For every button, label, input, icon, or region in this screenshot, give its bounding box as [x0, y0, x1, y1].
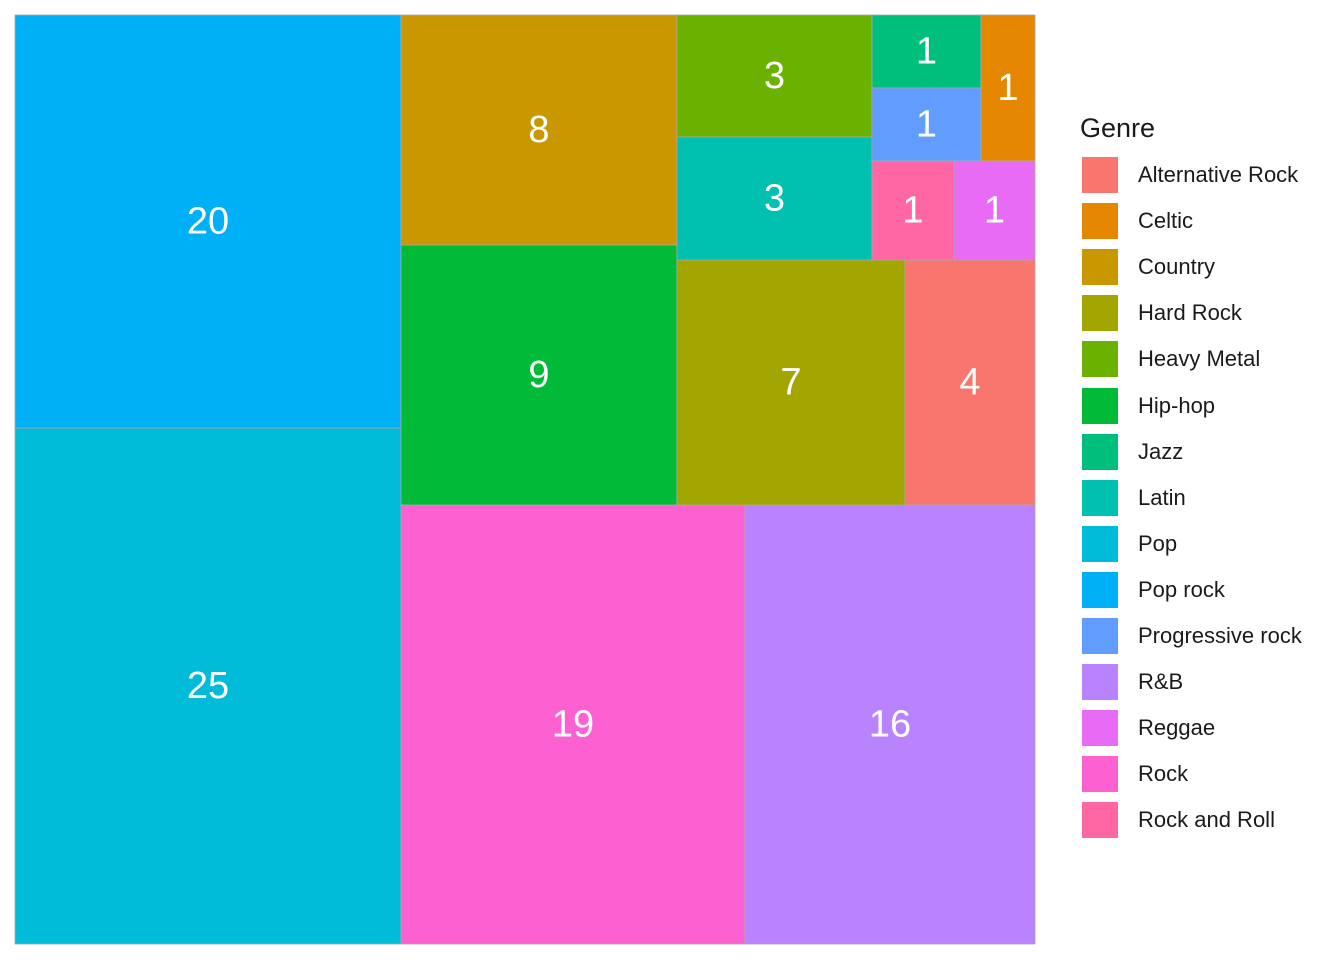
tile-rock-and-roll: 1 — [871, 160, 955, 261]
treemap-plot: 25 20 19 16 9 8 7 4 3 3 1 1 1 1 1 — [14, 14, 1036, 945]
tile-label-rock: 19 — [552, 704, 594, 746]
tile-randb: 16 — [744, 504, 1036, 945]
tile-label-pop: 25 — [187, 665, 229, 707]
tile-label-randb: 16 — [869, 704, 911, 746]
legend-label-pop: Pop — [1138, 530, 1178, 556]
tile-celtic: 1 — [980, 14, 1036, 162]
tile-hip-hop: 9 — [400, 244, 678, 506]
tile-latin: 3 — [676, 136, 873, 261]
tile-label-alternative-rock: 4 — [959, 362, 980, 404]
legend-item-rock-and-roll: Rock and Roll — [1080, 797, 1302, 843]
legend-swatch-randb — [1080, 662, 1120, 703]
legend-swatch-alternative-rock — [1080, 155, 1120, 196]
tile-pop: 25 — [14, 427, 402, 945]
tile-label-country: 8 — [528, 109, 549, 151]
legend-label-alternative-rock: Alternative Rock — [1138, 162, 1299, 188]
legend-item-alternative-rock: Alternative Rock — [1080, 152, 1302, 198]
legend-label-hip-hop: Hip-hop — [1138, 392, 1216, 418]
tile-label-progressive-rock: 1 — [916, 104, 937, 146]
legend-swatch-progressive-rock — [1080, 615, 1120, 656]
legend-title: Genre — [1080, 113, 1156, 143]
legend-label-celtic: Celtic — [1138, 208, 1194, 234]
tile-progressive-rock: 1 — [871, 87, 982, 162]
legend: Genre Alternative Rock Celtic Country Hard … — [1080, 112, 1302, 843]
legend-label-progressive-rock: Progressive rock — [1138, 622, 1302, 648]
tile-label-heavy-metal: 3 — [764, 55, 785, 97]
legend-label-country: Country — [1138, 254, 1216, 280]
legend-item-pop-rock: Pop rock — [1080, 567, 1302, 613]
legend-label-pop-rock: Pop rock — [1138, 576, 1225, 602]
legend-item-pop: Pop — [1080, 521, 1302, 567]
legend-swatch-rock-and-roll — [1080, 800, 1120, 841]
legend-label-reggae: Reggae — [1138, 715, 1216, 741]
tile-label-jazz: 1 — [916, 31, 937, 73]
legend-item-reggae: Reggae — [1080, 705, 1302, 751]
legend-item-rock: Rock — [1080, 751, 1302, 797]
legend-swatch-reggae — [1080, 708, 1120, 749]
tile-rock: 19 — [400, 504, 746, 945]
legend-item-country: Country — [1080, 244, 1302, 290]
legend-label-rock-and-roll: Rock and Roll — [1138, 807, 1275, 833]
legend-item-hip-hop: Hip-hop — [1080, 382, 1302, 428]
tile-label-celtic: 1 — [997, 67, 1018, 109]
tile-alternative-rock: 4 — [904, 259, 1036, 506]
tile-label-reggae: 1 — [984, 190, 1005, 232]
legend-label-heavy-metal: Heavy Metal — [1138, 346, 1261, 372]
legend-items: Alternative Rock Celtic Country Hard Rock He… — [1080, 152, 1302, 843]
tile-pop-rock: 20 — [14, 14, 402, 429]
legend-item-randb: R&B — [1080, 659, 1302, 705]
tile-label-pop-rock: 20 — [187, 201, 229, 243]
tile-heavy-metal: 3 — [676, 14, 873, 138]
legend-swatch-heavy-metal — [1080, 339, 1120, 380]
legend-label-randb: R&B — [1138, 669, 1184, 695]
legend-label-hard-rock: Hard Rock — [1138, 300, 1242, 326]
legend-swatch-hard-rock — [1080, 293, 1120, 334]
tile-label-hard-rock: 7 — [780, 362, 801, 404]
legend-swatch-latin — [1080, 477, 1120, 518]
tile-hard-rock: 7 — [676, 259, 906, 506]
legend-swatch-hip-hop — [1080, 385, 1120, 426]
tile-label-hip-hop: 9 — [528, 354, 549, 396]
legend-swatch-jazz — [1080, 431, 1120, 472]
legend-label-jazz: Jazz — [1138, 438, 1184, 464]
legend-item-latin: Latin — [1080, 475, 1302, 521]
legend-label-rock: Rock — [1138, 761, 1189, 787]
legend-item-heavy-metal: Heavy Metal — [1080, 336, 1302, 382]
legend-swatch-rock — [1080, 754, 1120, 795]
legend-swatch-country — [1080, 247, 1120, 288]
legend-swatch-pop-rock — [1080, 569, 1120, 610]
legend-swatch-celtic — [1080, 201, 1120, 242]
legend-item-hard-rock: Hard Rock — [1080, 290, 1302, 336]
tile-reggae: 1 — [953, 160, 1036, 261]
legend-item-celtic: Celtic — [1080, 198, 1302, 244]
tile-jazz: 1 — [871, 14, 982, 89]
legend-swatch-pop — [1080, 523, 1120, 564]
legend-label-latin: Latin — [1138, 484, 1186, 510]
tile-country: 8 — [400, 14, 678, 246]
tile-label-latin: 3 — [764, 178, 785, 220]
legend-item-progressive-rock: Progressive rock — [1080, 613, 1302, 659]
tile-label-rock-and-roll: 1 — [902, 190, 923, 232]
legend-item-jazz: Jazz — [1080, 429, 1302, 475]
